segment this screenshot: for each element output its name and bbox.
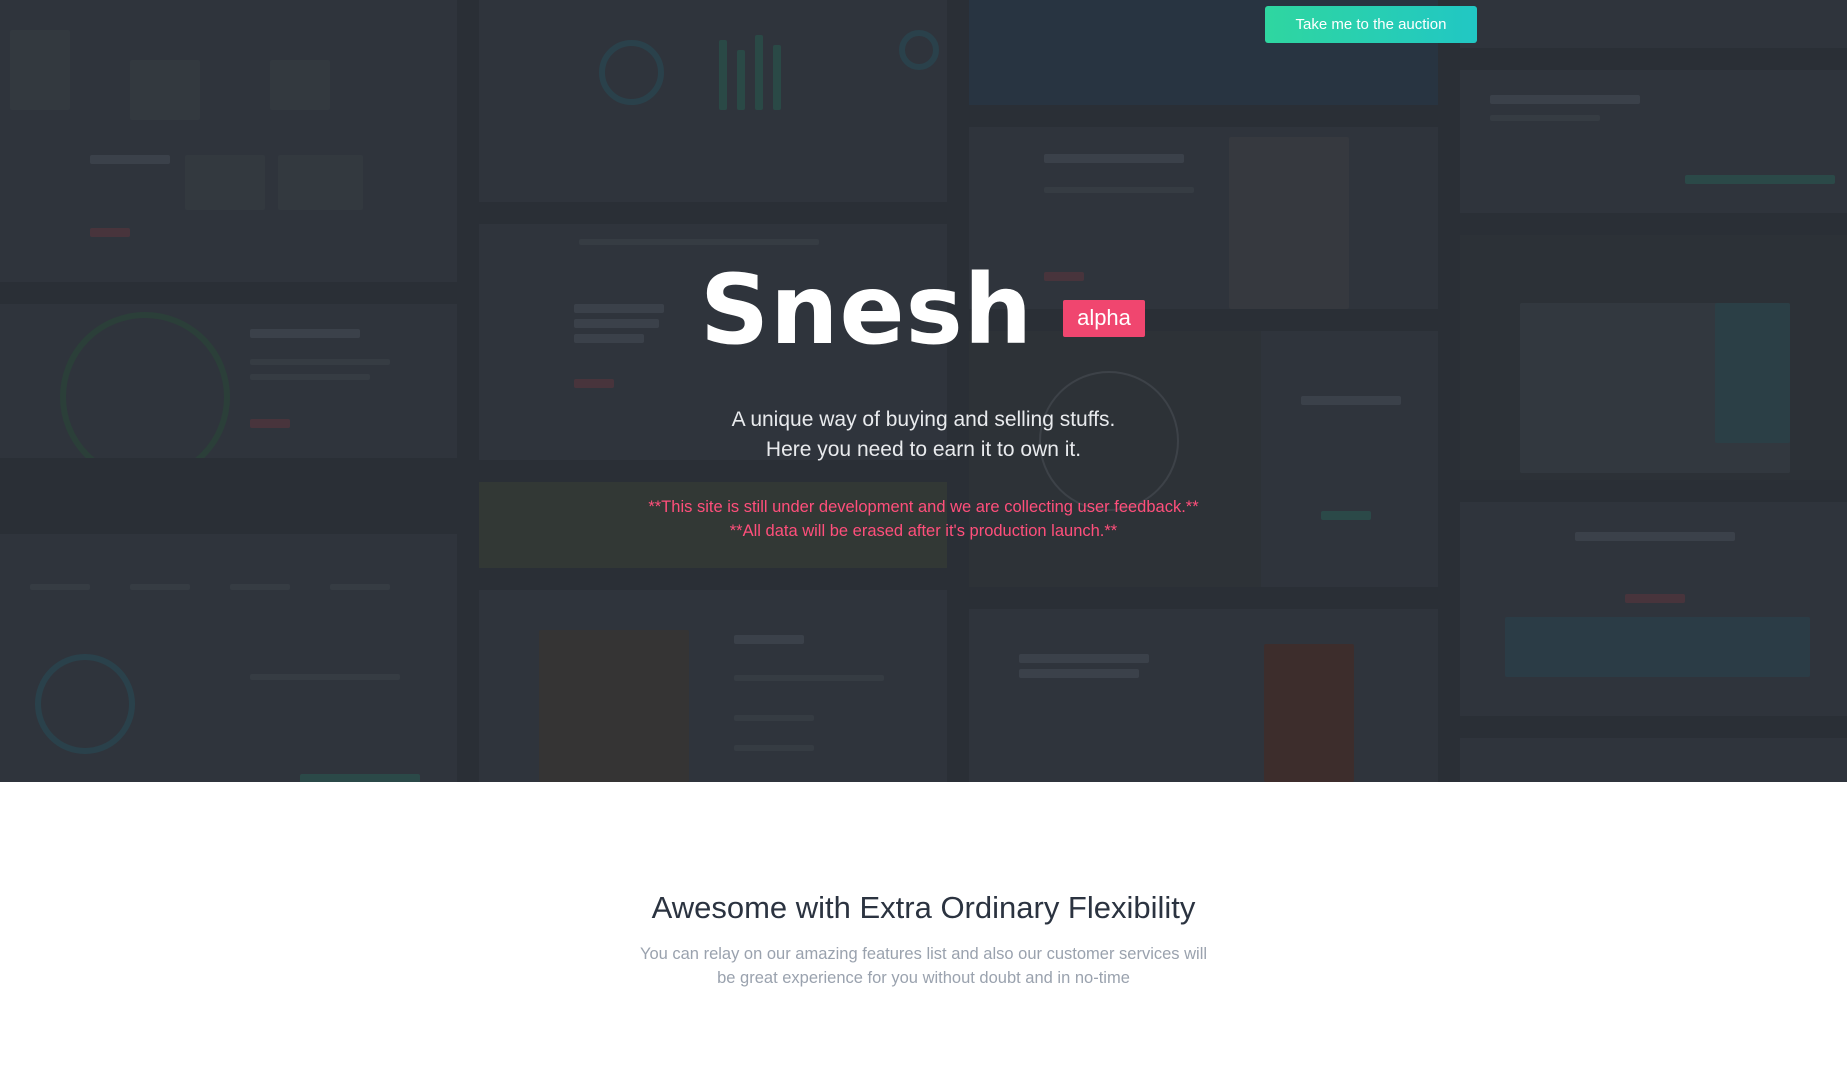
auction-cta-button[interactable]: Take me to the auction [1265,6,1477,43]
hero-tagline: A unique way of buying and selling stuff… [0,405,1847,465]
subtitle-line: be great experience for you without doub… [717,969,1130,987]
features-subtitle: You can relay on our amazing features li… [0,942,1847,990]
brand-block: Snesh alpha [700,255,1145,365]
notice-line: **All data will be erased after it's pro… [729,522,1118,540]
hero-section: Take me to the auction Snesh alpha A uni… [0,0,1847,782]
subtitle-line: You can relay on our amazing features li… [639,945,1208,963]
tagline-line: Here you need to earn it to own it. [765,438,1082,461]
hero-dark-overlay [0,0,1847,782]
tagline-line: A unique way of buying and selling stuff… [731,408,1116,431]
notice-line: **This site is still under development a… [648,498,1199,516]
brand-title: Snesh [700,254,1034,366]
alpha-badge: alpha [1063,299,1145,337]
development-notice: **This site is still under development a… [0,495,1847,543]
features-title: Awesome with Extra Ordinary Flexibility [651,890,1196,925]
